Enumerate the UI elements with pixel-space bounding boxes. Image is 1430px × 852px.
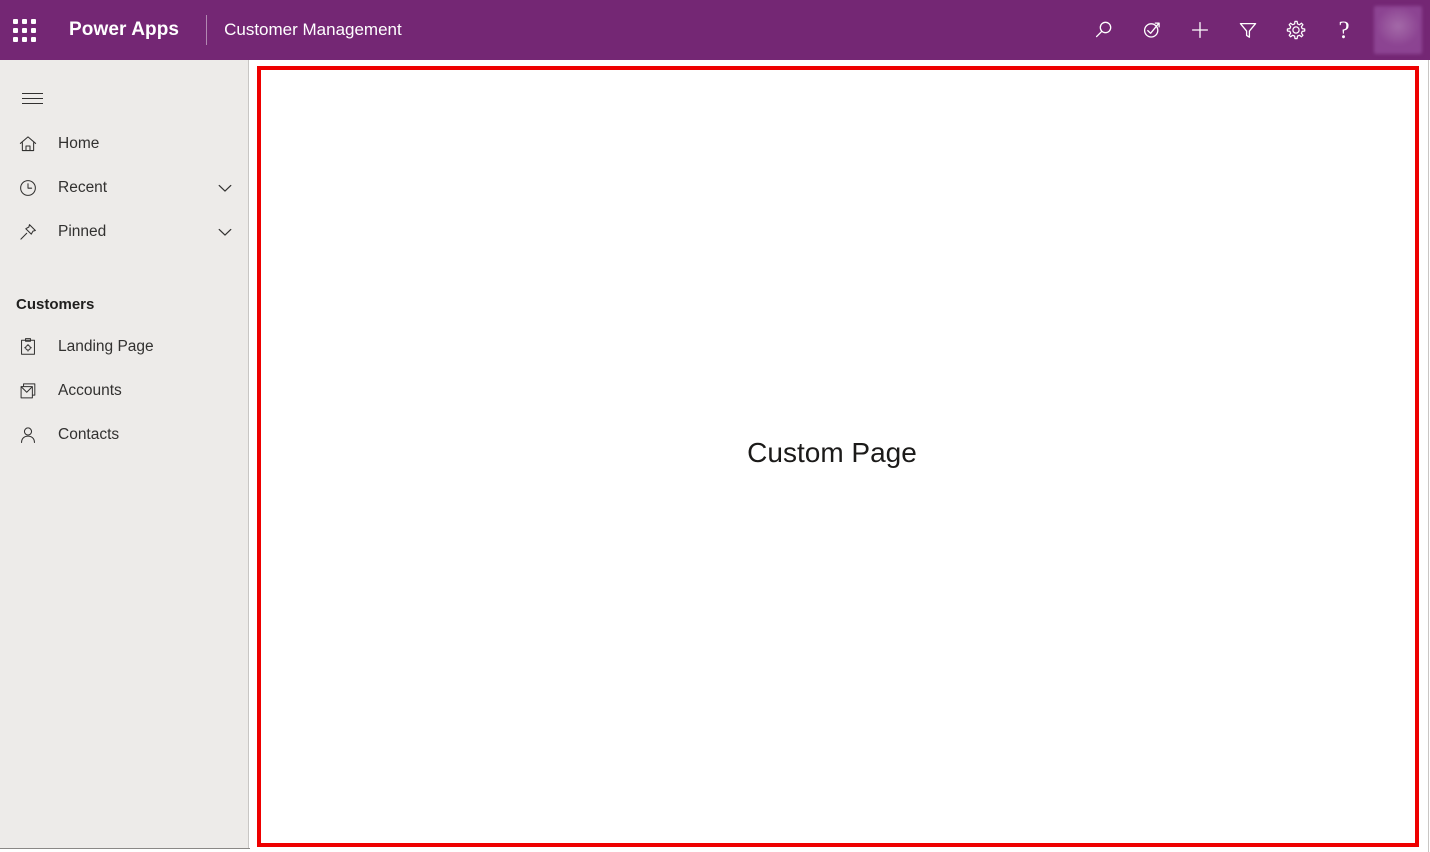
contact-person-icon [16, 423, 40, 447]
app-launcher-grid-icon [13, 19, 36, 42]
sidebar-item-label: Landing Page [58, 338, 154, 356]
header-actions: ? [1080, 0, 1430, 60]
chevron-down-icon[interactable] [214, 177, 236, 199]
diagnostics-icon[interactable] [1128, 0, 1176, 60]
main-content-area: Custom Page [250, 60, 1430, 852]
sidebar-item-landing-page[interactable]: Landing Page [0, 325, 248, 369]
sidebar-item-label: Pinned [58, 223, 106, 241]
app-launcher-button[interactable] [0, 0, 48, 60]
sidebar-item-label: Contacts [58, 426, 119, 444]
accounts-icon [16, 379, 40, 403]
sidebar-item-label: Accounts [58, 382, 122, 400]
avatar[interactable] [1374, 6, 1422, 54]
new-icon[interactable] [1176, 0, 1224, 60]
app-header: Power Apps Customer Management [0, 0, 1430, 60]
hamburger-line [22, 93, 43, 94]
filter-icon[interactable] [1224, 0, 1272, 60]
custom-page-highlight-frame: Custom Page [257, 66, 1419, 847]
custom-page-title: Custom Page [747, 437, 917, 469]
sidebar-item-label: Recent [58, 179, 107, 197]
site-map-toggle-button[interactable] [8, 74, 56, 122]
brand-title[interactable]: Power Apps [69, 19, 179, 41]
sidebar-item-pinned[interactable]: Pinned [0, 210, 248, 254]
clock-icon [16, 176, 40, 200]
home-icon [16, 132, 40, 156]
clipboard-gear-icon [16, 335, 40, 359]
sidebar-item-recent[interactable]: Recent [0, 166, 248, 210]
chevron-down-icon[interactable] [214, 221, 236, 243]
sidebar-group-title: Customers [0, 296, 248, 313]
window-right-edge [1428, 60, 1429, 852]
pin-icon [16, 220, 40, 244]
brand-divider [206, 15, 207, 45]
app-name-label: Customer Management [224, 20, 402, 40]
sidebar-item-label: Home [58, 135, 99, 153]
sidebar-item-contacts[interactable]: Contacts [0, 413, 248, 457]
sidebar-item-home[interactable]: Home [0, 122, 248, 166]
hamburger-line [22, 103, 43, 104]
hamburger-line [22, 98, 43, 99]
power-apps-window: Power Apps Customer Management [0, 0, 1430, 852]
settings-icon[interactable] [1272, 0, 1320, 60]
sidebar-item-accounts[interactable]: Accounts [0, 369, 248, 413]
help-glyph: ? [1338, 18, 1349, 43]
sidebar-bottom-edge [0, 848, 250, 849]
sidebar: Home Recent Pin [0, 60, 249, 849]
search-icon[interactable] [1080, 0, 1128, 60]
help-icon[interactable]: ? [1320, 0, 1368, 60]
